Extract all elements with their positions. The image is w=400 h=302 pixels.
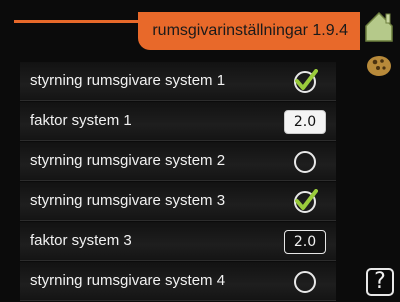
page-title: rumsgivarinställningar 1.9.4 [138,12,360,50]
unchecked-circle-icon[interactable] [292,269,318,293]
row-factor-system-3[interactable]: faktor system 3 2.0 [20,222,336,261]
row-label: faktor system 3 [30,232,132,249]
unchecked-circle-icon[interactable] [292,149,318,173]
row-label: styrning rumsgivare system 2 [30,152,226,169]
cookie-icon[interactable] [364,52,394,80]
row-control-system-3[interactable]: styrning rumsgivare system 3 [20,182,336,221]
row-control-system-1[interactable]: styrning rumsgivare system 1 [20,62,336,101]
factor-value-field[interactable]: 2.0 [284,230,326,254]
row-label: faktor system 1 [30,112,132,129]
row-label: styrning rumsgivare system 1 [30,72,226,89]
factor-value-field[interactable]: 2.0 [284,110,326,134]
check-icon[interactable] [292,69,318,93]
help-button[interactable]: ? [366,268,394,296]
row-control-system-2[interactable]: styrning rumsgivare system 2 [20,142,336,181]
settings-list: styrning rumsgivare system 1 faktor syst… [20,62,336,302]
row-label: styrning rumsgivare system 3 [30,192,226,209]
row-control-system-4[interactable]: styrning rumsgivare system 4 [20,262,336,301]
row-label: styrning rumsgivare system 4 [30,272,226,289]
check-icon[interactable] [292,189,318,213]
screen: rumsgivarinställningar 1.9.4 styrning ru… [0,0,400,302]
house-icon[interactable] [364,10,394,44]
row-factor-system-1[interactable]: faktor system 1 2.0 [20,102,336,141]
